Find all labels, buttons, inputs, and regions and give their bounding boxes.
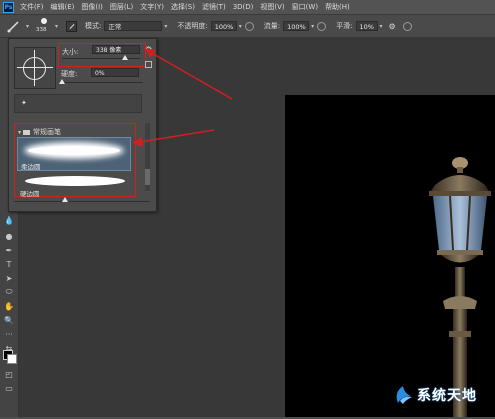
hand-tool-icon[interactable]: ✋ bbox=[3, 300, 15, 312]
menu-select[interactable]: 选择(S) bbox=[171, 2, 195, 12]
size-input[interactable]: 338 像素 bbox=[92, 45, 140, 54]
quick-mask-icon[interactable]: ◰ bbox=[3, 368, 15, 380]
smoothing-field[interactable]: 10% bbox=[355, 21, 378, 31]
menu-help[interactable]: 帮助(H) bbox=[325, 2, 350, 12]
brush-size-preview: 338 bbox=[36, 27, 47, 33]
expand-triangle-icon[interactable]: ▾ bbox=[18, 129, 21, 136]
opacity-label: 不透明度: bbox=[177, 22, 208, 30]
hardness-input[interactable]: 0% bbox=[91, 68, 139, 77]
chevron-down-icon[interactable]: ▾ bbox=[164, 23, 167, 30]
brush-search-strip[interactable]: ✦ bbox=[14, 94, 142, 113]
site-watermark: 系统天地 bbox=[392, 384, 477, 406]
pen-tool-icon[interactable]: ✒ bbox=[3, 244, 15, 256]
menu-layer[interactable]: 图层(L) bbox=[110, 2, 133, 12]
brush-tip-icon bbox=[41, 18, 48, 24]
menu-3d[interactable]: 3D(D) bbox=[233, 3, 254, 11]
brush-preset-soft-round[interactable]: 柔边圆 bbox=[17, 137, 131, 171]
chevron-down-icon[interactable]: ▾ bbox=[239, 23, 242, 30]
dodge-tool-icon[interactable]: ● bbox=[3, 230, 15, 242]
brush-settings-toggle-icon[interactable] bbox=[66, 20, 78, 32]
menu-bar: Ps 文件(F) 编辑(E) 图像(I) 图层(L) 文字(Y) 选择(S) 滤… bbox=[0, 0, 495, 15]
color-swatches[interactable] bbox=[3, 350, 17, 364]
folder-icon bbox=[23, 129, 31, 135]
menu-filter[interactable]: 滤镜(T) bbox=[202, 2, 226, 12]
preset-group-row[interactable]: ▾ 常规画笔 bbox=[18, 127, 61, 137]
menu-file[interactable]: 文件(F) bbox=[20, 2, 44, 12]
size-control-highlight: 大小: 338 像素 bbox=[58, 43, 146, 67]
path-selection-icon[interactable]: ➤ bbox=[3, 272, 15, 284]
shape-tool-icon[interactable]: ⬭ bbox=[3, 286, 15, 298]
smoothing-label: 平滑: bbox=[336, 22, 353, 30]
panel-gear-icon[interactable]: ⚙ bbox=[145, 45, 152, 54]
size-slider[interactable] bbox=[62, 55, 140, 60]
airbrush-icon[interactable] bbox=[317, 21, 327, 31]
watermark-logo-icon bbox=[396, 386, 412, 404]
flow-field[interactable]: 100% bbox=[283, 21, 310, 31]
type-tool-icon[interactable]: T bbox=[3, 258, 15, 270]
menu-window[interactable]: 窗口(W) bbox=[292, 2, 318, 12]
size-label: 大小: bbox=[62, 48, 79, 56]
blur-tool-icon[interactable]: 💧 bbox=[3, 214, 15, 226]
size-slider-thumb[interactable] bbox=[122, 55, 128, 60]
menu-view[interactable]: 视图(V) bbox=[260, 2, 284, 12]
menu-image[interactable]: 图像(I) bbox=[81, 2, 103, 12]
brush-preset-panel: 大小: 338 像素 ⚙ 硬度: 0% ✦ ▾ 常规画笔 柔边圆 硬边圆 bbox=[8, 38, 157, 212]
pressure-opacity-icon[interactable] bbox=[244, 21, 254, 31]
screen-mode-icon[interactable]: ▭ bbox=[3, 382, 15, 394]
mode-label: 模式: bbox=[85, 22, 102, 30]
brush-angle-preview[interactable] bbox=[14, 47, 56, 89]
brush-small-icon: ✦ bbox=[21, 99, 27, 107]
chevron-down-icon[interactable]: ▾ bbox=[380, 23, 383, 30]
soft-stroke-preview bbox=[28, 146, 120, 155]
preset-group-label: 常规画笔 bbox=[33, 128, 62, 136]
mode-select[interactable]: 正常 bbox=[104, 21, 163, 31]
watermark-text: 系统天地 bbox=[417, 388, 477, 404]
document-canvas[interactable] bbox=[285, 95, 495, 417]
chevron-down-icon[interactable]: ▾ bbox=[26, 23, 29, 30]
brush-tool-icon[interactable] bbox=[6, 19, 24, 33]
pressure-size-icon[interactable] bbox=[402, 21, 412, 31]
menu-type[interactable]: 文字(Y) bbox=[140, 2, 164, 12]
menu-edit[interactable]: 编辑(E) bbox=[51, 2, 75, 12]
hard-stroke-preview bbox=[25, 176, 125, 186]
brush-preset-hard-round[interactable]: 硬边圆 bbox=[17, 174, 129, 198]
more-tools-icon[interactable]: ··· bbox=[3, 328, 15, 340]
hardness-label: 硬度: bbox=[61, 70, 78, 78]
preview-size-thumb[interactable] bbox=[62, 197, 68, 202]
preview-size-slider[interactable] bbox=[14, 197, 150, 202]
chevron-down-icon[interactable]: ▾ bbox=[55, 23, 58, 30]
brush-1-name: 柔边圆 bbox=[21, 163, 41, 171]
scrollbar-thumb[interactable] bbox=[145, 169, 150, 185]
brush-2-name: 硬边圆 bbox=[20, 190, 40, 198]
flow-label: 流量: bbox=[263, 22, 281, 30]
crosshair-h bbox=[17, 67, 53, 68]
brush-presets-highlight: ▾ 常规画笔 柔边圆 硬边圆 bbox=[14, 123, 136, 198]
hardness-slider[interactable] bbox=[59, 79, 143, 84]
photoshop-logo: Ps bbox=[3, 1, 14, 13]
chevron-down-icon[interactable]: ▾ bbox=[311, 23, 314, 30]
new-preset-icon[interactable] bbox=[145, 61, 152, 68]
gear-icon[interactable]: ⚙ bbox=[389, 22, 396, 31]
zoom-tool-icon[interactable]: 🔍 bbox=[3, 314, 15, 326]
crosshair-v bbox=[34, 50, 35, 86]
opacity-field[interactable]: 100% bbox=[210, 21, 237, 31]
hardness-slider-thumb[interactable] bbox=[59, 79, 65, 84]
options-bar: ▾ 338 ▾ 模式: 正常 ▾ 不透明度: 100% ▾ 流量: 100% ▾… bbox=[0, 15, 495, 38]
presets-scrollbar[interactable] bbox=[145, 123, 150, 191]
street-lamp-image bbox=[429, 157, 491, 417]
brush-preset-picker[interactable]: 338 bbox=[35, 17, 53, 35]
